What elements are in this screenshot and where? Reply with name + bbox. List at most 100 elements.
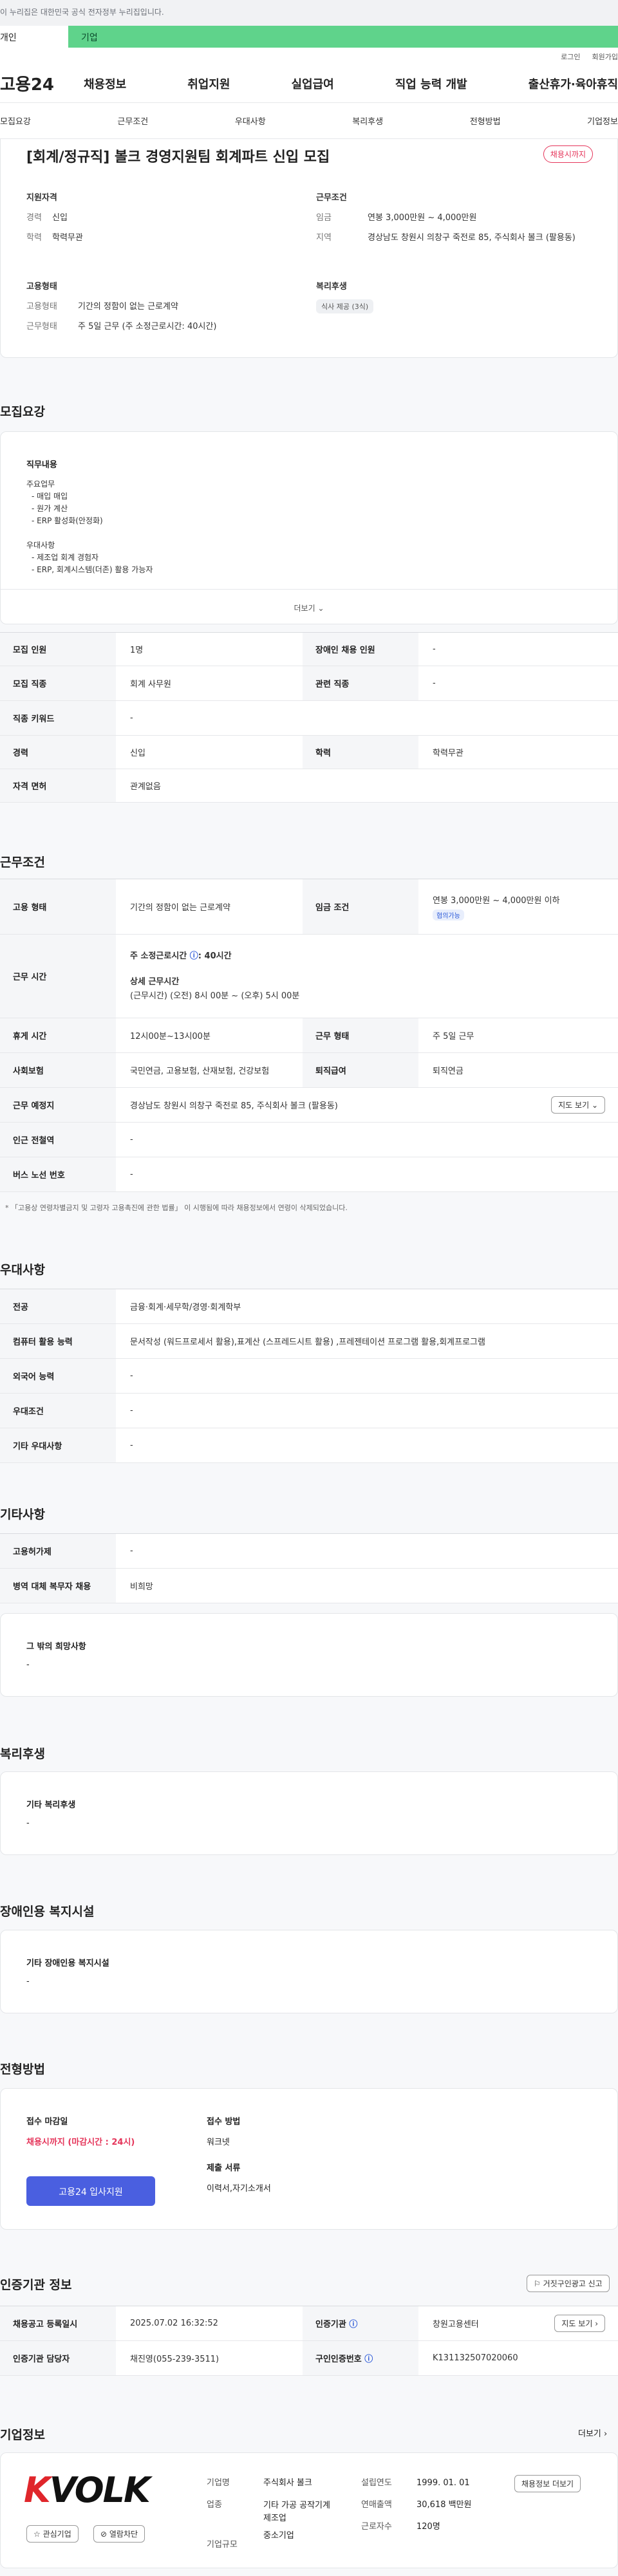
table-row: 모집 인원 1명 장애인 채용 인원 - (0, 633, 618, 666)
gnb-training[interactable]: 직업 능력 개발 (395, 75, 467, 92)
company-title: 기업정보 (0, 2428, 45, 2442)
tab-person[interactable]: 개인 (0, 26, 68, 48)
company-card: KVOLK ☆ 관심기업 ⊘ 열람차단 기업명 업종 기업규모 주식회사 볼크 기타 … (0, 2452, 618, 2568)
table-row: 전공 금융·회계·세무학/경영·회계학부 (0, 1289, 618, 1324)
more-button[interactable]: 더보기 ⌄ (1, 589, 617, 624)
duty-card: 직무내용 주요업무 - 매입 매입 - 원가 계산 - ERP 활성화(안정화)… (0, 431, 618, 624)
cert-title: 인증기관 정보 (0, 2278, 72, 2292)
recruit-table: 모집 인원 1명 장애인 채용 인원 - 모집 직종 회계 사무원 관련 직종 - 직종 키… (0, 632, 618, 803)
screen-card: 접수 마감일 채용시까지 (마감시간 : 24시) 고용24 입사지원 접수 방… (0, 2088, 618, 2230)
welfare-title: 복리후생 (316, 282, 347, 292)
anchor-work[interactable]: 근무조건 (117, 115, 148, 127)
pref-table: 전공 금융·회계·세무학/경영·회계학부 컴퓨터 활용 능력 문서작성 (워드프로세… (0, 1289, 618, 1463)
table-row: 근무 예정지 경상남도 창원시 의창구 죽전로 85, 주식회사 볼크 (팔용동)… (0, 1088, 618, 1123)
pref-title: 우대사항 (0, 1263, 45, 1277)
gov-banner: 이 누리집은 대한민국 공식 전자정부 누리집입니다. (0, 0, 618, 26)
anchor-recruit[interactable]: 모집요강 (0, 115, 31, 127)
qual-career: 경력 신입 (26, 213, 68, 223)
site-logo[interactable]: 고용24 (0, 71, 84, 95)
welfare-pill: 식사 제공 (3식) (316, 299, 374, 313)
table-row: 근무 시간 주 소정근로시간 ⓘ: 40시간 상세 근무시간 (근무시간) (오전) … (0, 935, 618, 1018)
table-row: 고용허가제 - (0, 1534, 618, 1569)
table-row: 모집 직종 회계 사무원 관련 직종 - (0, 666, 618, 701)
cond-wage: 임금 연봉 3,000만원 ~ 4,000만원 (316, 213, 477, 223)
welfare-block: 복리후생 식사 제공 (3식) (316, 279, 574, 313)
job-title: [회계/정규직] 볼크 경영지원팀 회계파트 신입 모집 (26, 149, 330, 165)
table-row: 버스 노선 번호 - (0, 1157, 618, 1192)
deadline-text: 채용시까지 (마감시간 : 24시) (26, 2138, 135, 2147)
disab-title: 장애인용 복지시설 (0, 1905, 95, 1919)
help-icon[interactable]: ⓘ (364, 2352, 373, 2364)
age-note: * 「고용상 연령차별금지 및 고령자 고용촉진에 관한 법률」 이 시행됨에 … (5, 1204, 348, 1212)
anchor-welfare[interactable]: 복리후생 (352, 115, 383, 127)
emp-block: 고용형태 고용형태 기간의 정함이 없는 근로계약 근무형태 주 5일 근무 (주 … (26, 279, 284, 339)
anchor-company[interactable]: 기업정보 (587, 115, 618, 127)
work-table: 고용 형태 기간의 정함이 없는 근로계약 임금 조건 연봉 3,000만원 ~ 4,… (0, 879, 618, 1192)
welfare-card: 기타 복리후생 - (0, 1771, 618, 1855)
cond-block: 근무조건 임금 연봉 3,000만원 ~ 4,000만원 지역 경상남도 창원시 의… (316, 191, 586, 250)
table-row: 인근 전철역 - (0, 1123, 618, 1157)
company-jobs-button[interactable]: 채용정보 더보기 (514, 2475, 581, 2492)
table-row: 채용공고 등록일시 2025.07.02 16:32:52 인증기관 ⓘ 창원고용센터… (0, 2306, 618, 2341)
map-button[interactable]: 지도 보기 › (554, 2315, 605, 2332)
work-title: 근무조건 (0, 855, 45, 870)
help-icon[interactable]: ⓘ (190, 951, 198, 961)
duty-title: 직무내용 (26, 460, 57, 470)
screen-title: 전형방법 (0, 2062, 45, 2077)
gnb-jobs[interactable]: 채용정보 (84, 75, 126, 92)
table-row: 우대조건 - (0, 1394, 618, 1428)
favorite-button[interactable]: ☆ 관심기업 (26, 2525, 79, 2543)
cond-region: 지역 경상남도 창원시 의창구 죽전로 85, 주식회사 볼크 (팔용동) (316, 233, 576, 243)
table-row: 사회보험 국민연금, 고용보험, 산재보험, 건강보험 퇴직급여 퇴직연금 (0, 1053, 618, 1088)
emp-title: 고용형태 (26, 282, 57, 292)
summary-card: [회계/정규직] 볼크 경영지원팀 회계파트 신입 모집 채용시까지 지원자격 … (0, 139, 618, 358)
tab-company[interactable]: 기업 (68, 26, 618, 48)
gnb-employment-support[interactable]: 취업지원 (187, 75, 230, 92)
welfare-title: 복리후생 (0, 1747, 45, 1761)
etc-table: 고용허가제 - 병역 대체 복무자 채용 비희망 (0, 1533, 618, 1603)
company-labels: 기업명 업종 기업규모 (207, 2478, 238, 2550)
company-logo: KVOLK (24, 2470, 151, 2510)
block-button[interactable]: ⊘ 열람차단 (93, 2525, 145, 2543)
table-row: 고용 형태 기간의 정함이 없는 근로계약 임금 조건 연봉 3,000만원 ~ 4,… (0, 879, 618, 935)
table-row: 외국어 능력 - (0, 1359, 618, 1394)
company-labels-2: 설립연도 연매출액 근로자수 (361, 2478, 392, 2532)
table-row: 병역 대체 복무자 채용 비희망 (0, 1569, 618, 1603)
apply-button[interactable]: 고용24 입사지원 (26, 2176, 155, 2206)
company-values-2: 1999. 01. 01 30,618 백만원 120명 (417, 2478, 472, 2532)
recruit-title: 모집요강 (0, 405, 45, 419)
report-button[interactable]: ⚐ 거짓구인광고 신고 (527, 2275, 610, 2292)
anchor-nav: 모집요강 근무조건 우대사항 복리후생 전형방법 기업정보 (0, 103, 618, 139)
company-more-link[interactable]: 더보기 › (578, 2427, 607, 2439)
cert-table: 채용공고 등록일시 2025.07.02 16:32:52 인증기관 ⓘ 창원고용센터… (0, 2306, 618, 2376)
table-row: 휴게 시간 12시00분~13시00분 근무 형태 주 5일 근무 (0, 1018, 618, 1053)
table-row: 직종 키워드 - (0, 701, 618, 736)
help-icon[interactable]: ⓘ (349, 2317, 357, 2329)
table-row: 컴퓨터 활용 능력 문서작성 (워드프로세서 활용),표계산 (스프레드시트 활용… (0, 1324, 618, 1359)
table-row: 인증기관 담당자 채진영(055-239-3511) 구인인증번호 ⓘ K131132… (0, 2341, 618, 2376)
duty-text: 주요업무 - 매입 매입 - 원가 계산 - ERP 활성화(안정화) 우대사항… (26, 480, 153, 574)
table-row: 경력 신입 학력 학력무관 (0, 736, 618, 769)
anchor-pref[interactable]: 우대사항 (235, 115, 266, 127)
qual-title: 지원자격 (26, 193, 57, 203)
global-nav: 고용24 채용정보 취업지원 실업급여 직업 능력 개발 출산휴가·육아휴직 (0, 64, 618, 103)
deadline-badge: 채용시까지 (543, 145, 593, 163)
top-tabs: 개인 기업 (0, 26, 618, 48)
qual-block: 지원자격 경력 신입 학력 학력무관 (26, 191, 284, 250)
util-bar: 로그인 회원가입 (0, 48, 618, 64)
company-values: 주식회사 볼크 기타 가공 공작기계 제조업 중소기업 (263, 2478, 330, 2541)
gnb-parental-leave[interactable]: 출산휴가·육아휴직 (529, 75, 618, 92)
qual-edu: 학력 학력무관 (26, 233, 83, 243)
gnb-unemployment-benefit[interactable]: 실업급여 (292, 75, 334, 92)
map-button[interactable]: 지도 보기 ⌄ (551, 1096, 605, 1114)
disab-card: 기타 장애인용 복지시설 - (0, 1930, 618, 2013)
wish-card: 그 밖의 희망사항 - (0, 1613, 618, 1697)
signup-link[interactable]: 회원가입 (592, 53, 618, 61)
table-row: 기타 우대사항 - (0, 1428, 618, 1463)
login-link[interactable]: 로그인 (561, 53, 580, 61)
anchor-screen[interactable]: 전형방법 (470, 115, 501, 127)
negotiable-badge: 협의가능 (433, 909, 464, 920)
etc-title: 기타사항 (0, 1507, 45, 1522)
table-row: 자격 면허 관계없음 (0, 769, 618, 803)
cond-title: 근무조건 (316, 193, 347, 203)
